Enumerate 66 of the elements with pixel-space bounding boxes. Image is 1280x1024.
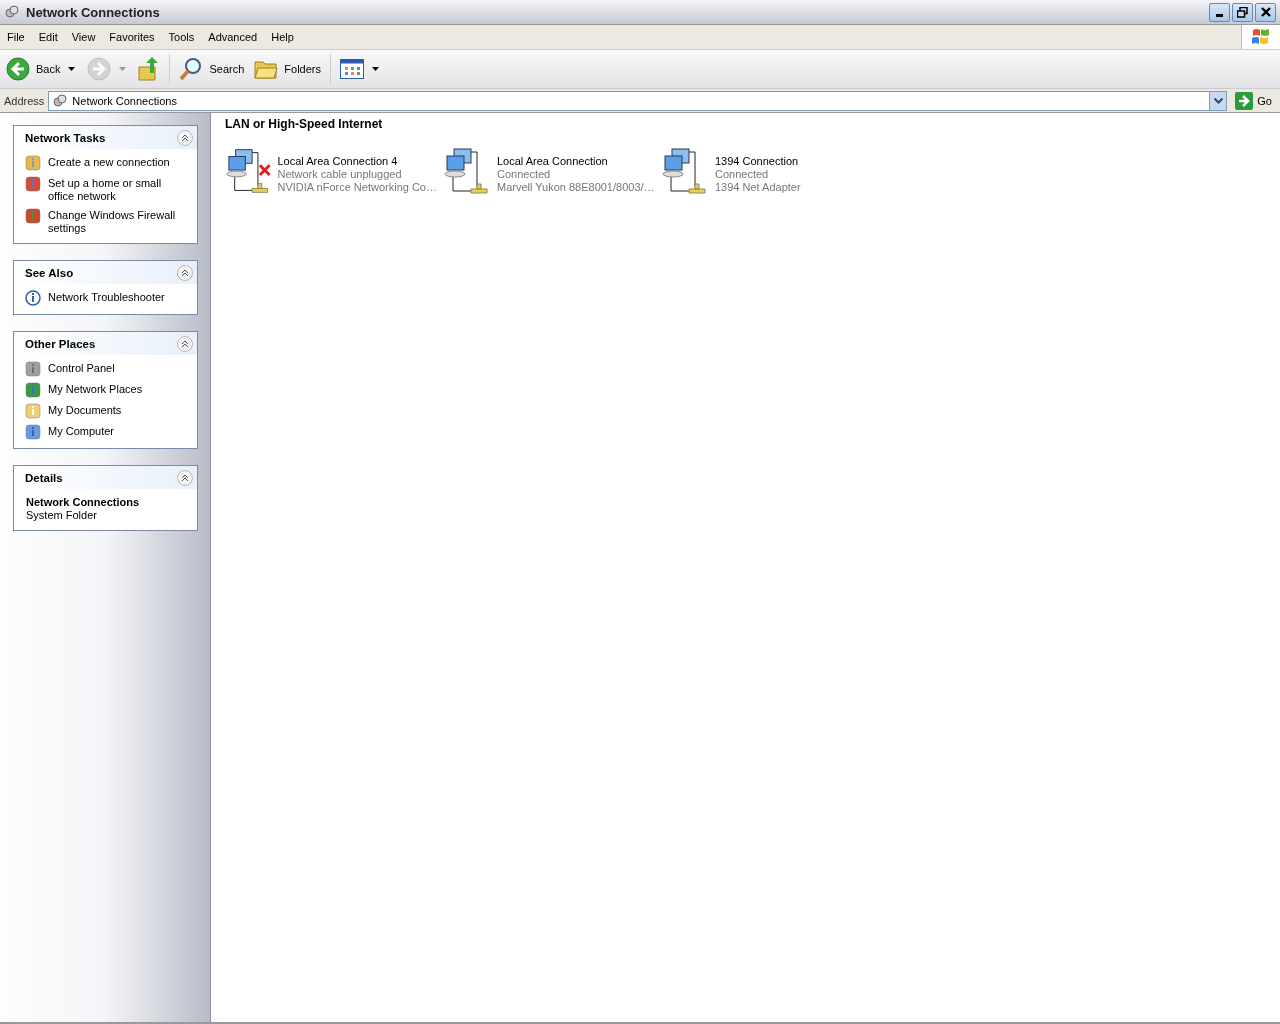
panel-title: Details bbox=[25, 471, 63, 484]
network-icon bbox=[52, 93, 69, 108]
adapter-name: 1394 Net Adapter bbox=[715, 181, 801, 194]
address-field[interactable]: Network Connections bbox=[48, 90, 1228, 111]
folder-icon bbox=[254, 58, 279, 80]
views-icon bbox=[340, 59, 364, 79]
menu-item[interactable]: Help bbox=[264, 31, 301, 43]
group-heading: LAN or High-Speed Internet bbox=[225, 117, 384, 133]
collapse-button[interactable] bbox=[177, 129, 193, 146]
task-link[interactable]: My Documents bbox=[48, 403, 122, 417]
chevron-down-icon bbox=[1213, 97, 1223, 104]
right-arrow-icon bbox=[1235, 91, 1254, 110]
connection-name: Local Area Connection 4 bbox=[277, 155, 399, 168]
close-button[interactable] bbox=[1255, 2, 1276, 22]
panel-title: Network Tasks bbox=[25, 131, 106, 144]
task-link[interactable]: Set up a home or small office network bbox=[48, 176, 189, 203]
search-icon bbox=[179, 57, 204, 81]
connection-item[interactable]: Local Area Connection Connected Marvell Yukon 88E8001/8003/… bbox=[443, 147, 655, 197]
task-link[interactable]: Control Panel bbox=[48, 361, 115, 375]
flag-icon bbox=[1251, 28, 1271, 46]
info-icon bbox=[25, 290, 41, 306]
back-button[interactable]: Back bbox=[2, 55, 65, 83]
network-icon bbox=[4, 4, 20, 20]
minimize-icon bbox=[1216, 13, 1223, 17]
menu-item[interactable]: File bbox=[0, 31, 32, 43]
dropdown-button[interactable] bbox=[1209, 91, 1227, 110]
double-chevron-up-icon bbox=[181, 473, 189, 482]
menu-item[interactable]: View bbox=[64, 31, 103, 43]
connection-status: Connected bbox=[715, 168, 770, 181]
window-title: Network Connections bbox=[26, 4, 161, 20]
task-link[interactable]: My Computer bbox=[48, 424, 115, 438]
connection-name: 1394 Connection bbox=[715, 155, 800, 168]
menu-item[interactable]: Favorites bbox=[102, 31, 162, 43]
menu-item[interactable]: Edit bbox=[31, 31, 65, 43]
search-button[interactable]: Search bbox=[175, 55, 249, 83]
task-link[interactable]: My Network Places bbox=[48, 382, 143, 396]
address-label: Address bbox=[4, 94, 45, 107]
menu-item[interactable]: Tools bbox=[161, 31, 202, 43]
details-name: Network Connections bbox=[26, 496, 141, 509]
adapter-name: NVIDIA nForce Networking Co… bbox=[277, 181, 437, 194]
minimize-button[interactable] bbox=[1209, 2, 1230, 22]
double-chevron-up-icon bbox=[181, 268, 189, 277]
folders-button[interactable]: Folders bbox=[250, 56, 325, 82]
collapse-button[interactable] bbox=[177, 469, 193, 486]
panel-title: See Also bbox=[25, 266, 74, 279]
close-icon bbox=[1260, 7, 1271, 17]
connection-item[interactable]: Local Area Connection 4 Network cable unplugged NVIDIA nForce Networking Co… bbox=[225, 147, 437, 197]
panel-title: Other Places bbox=[25, 337, 96, 350]
collapse-button[interactable] bbox=[177, 264, 193, 281]
folder-up-icon bbox=[138, 57, 161, 81]
details-type: System Folder bbox=[26, 509, 98, 522]
task-link[interactable]: Network Troubleshooter bbox=[48, 290, 165, 304]
connection-name: Local Area Connection bbox=[497, 155, 609, 168]
menu-item[interactable]: Advanced bbox=[201, 31, 265, 43]
adapter-name: Marvell Yukon 88E8001/8003/… bbox=[497, 181, 655, 194]
task-link[interactable]: Change Windows Firewall settings bbox=[48, 208, 189, 235]
double-chevron-up-icon bbox=[181, 133, 189, 142]
double-chevron-up-icon bbox=[181, 339, 189, 348]
go-button[interactable]: Go bbox=[1231, 91, 1276, 110]
connection-item[interactable]: 1394 Connection Connected 1394 Net Adapter bbox=[661, 147, 873, 197]
connection-status: Connected bbox=[497, 168, 552, 181]
task-link[interactable]: Create a new connection bbox=[48, 155, 170, 169]
restore-icon bbox=[1237, 6, 1248, 18]
connection-status: Network cable unplugged bbox=[277, 168, 403, 181]
collapse-button[interactable] bbox=[177, 335, 193, 352]
restore-button[interactable] bbox=[1232, 2, 1253, 22]
